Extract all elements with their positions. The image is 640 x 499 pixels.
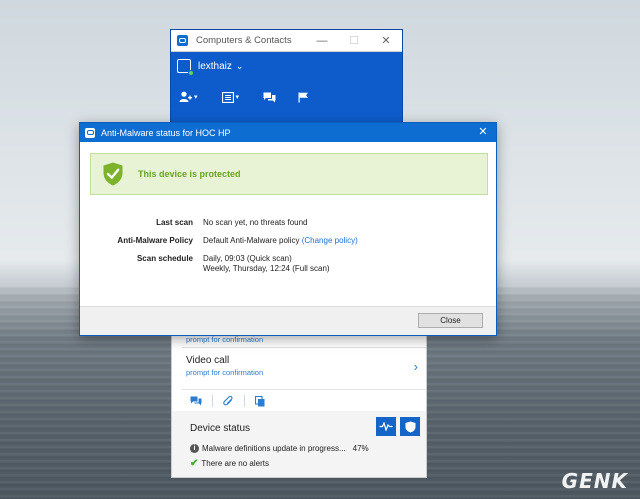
cc-session-panel: prompt for confirmation Video call promp…	[171, 330, 427, 478]
chevron-down-icon: ⌄	[235, 60, 244, 71]
am-dialog-footer: Close	[80, 306, 496, 335]
add-contact-button[interactable]: ▾	[179, 91, 198, 103]
username: lexthaiz	[198, 60, 232, 72]
session-actions	[190, 395, 265, 407]
video-call-subtitle: prompt for confirmation	[186, 368, 264, 377]
anti-malware-dialog: Anti-Malware status for HOC HP ✕ This de…	[79, 122, 497, 336]
checkmark-icon: ✔	[190, 458, 199, 469]
video-call-item[interactable]: Video call prompt for confirmation	[186, 355, 263, 377]
divider	[182, 347, 426, 348]
divider	[244, 395, 245, 407]
copy-icon[interactable]	[255, 395, 265, 407]
policy-label: Anti-Malware Policy	[117, 236, 193, 245]
protection-status-banner: This device is protected	[90, 153, 488, 195]
monitoring-button[interactable]	[376, 417, 396, 436]
info-icon: i	[190, 444, 199, 453]
policy-name: Default Anti-Malware policy	[203, 236, 300, 245]
close-icon[interactable]: ✕	[470, 123, 496, 142]
teamviewer-logo-icon	[177, 35, 188, 46]
genk-watermark: GENK	[561, 469, 628, 493]
prompt-confirmation-text: prompt for confirmation	[186, 335, 264, 344]
divider	[212, 395, 213, 407]
online-status-icon	[188, 70, 194, 76]
scan-schedule-value: Daily, 09:03 (Quick scan) Weekly, Thursd…	[203, 254, 330, 274]
malware-update-progress: 47%	[352, 444, 369, 453]
close-button[interactable]: ✕	[370, 30, 402, 52]
cc-window-title: Computers & Contacts	[196, 35, 292, 46]
user-account[interactable]: lexthaiz ⌄	[171, 52, 402, 76]
device-status-title: Device status	[190, 423, 251, 434]
maximize-button[interactable]: ☐	[338, 30, 370, 52]
scan-schedule-label: Scan schedule	[136, 254, 193, 263]
alerts-status: ✔ There are no alerts	[190, 458, 269, 469]
cc-window-controls: — ☐ ✕	[306, 30, 402, 52]
device-status-section: Device status i Malware definitions upda…	[172, 411, 426, 477]
flag-icon	[298, 92, 309, 102]
scan-schedule-row: Scan schedule Daily, 09:03 (Quick scan) …	[80, 254, 330, 274]
chevron-down-icon: ▾	[235, 94, 240, 101]
chat-icon[interactable]	[190, 396, 202, 406]
malware-update-text: Malware definitions update in progress..…	[202, 444, 346, 453]
teamviewer-logo-icon	[85, 127, 95, 138]
am-dialog-title: Anti-Malware status for HOC HP	[101, 127, 231, 138]
no-alerts-text: There are no alerts	[201, 459, 269, 468]
am-titlebar[interactable]: Anti-Malware status for HOC HP ✕	[80, 123, 496, 142]
divider	[182, 389, 426, 390]
malware-update-status: i Malware definitions update in progress…	[190, 444, 369, 453]
anti-malware-button[interactable]	[400, 417, 420, 436]
video-call-title: Video call	[186, 355, 230, 366]
chat-button[interactable]	[263, 91, 276, 103]
flag-button[interactable]	[298, 91, 309, 103]
close-button[interactable]: Close	[418, 313, 483, 328]
attachment-icon[interactable]	[223, 395, 234, 407]
chevron-right-icon[interactable]: ›	[414, 359, 418, 374]
schedule-full: Weekly, Thursday, 12:24 (Full scan)	[203, 264, 330, 273]
chevron-down-icon: ▾	[194, 94, 198, 101]
protection-status-text: This device is protected	[138, 169, 241, 179]
add-contact-icon	[179, 91, 192, 102]
minimize-button[interactable]: —	[306, 30, 338, 52]
list-icon	[221, 91, 234, 103]
shield-check-icon	[103, 162, 123, 186]
schedule-quick: Daily, 09:03 (Quick scan)	[203, 254, 292, 263]
computers-contacts-window: Computers & Contacts — ☐ ✕ lexthaiz ⌄ ▾ …	[170, 29, 403, 124]
avatar	[177, 59, 194, 76]
shield-icon	[405, 421, 415, 432]
last-scan-label: Last scan	[156, 218, 193, 227]
last-scan-value: No scan yet, no threats found	[203, 218, 308, 227]
list-button[interactable]: ▾	[221, 91, 240, 103]
change-policy-link[interactable]: (Change policy)	[302, 236, 358, 245]
policy-value: Default Anti-Malware policy (Change poli…	[203, 236, 358, 246]
pulse-icon	[379, 422, 393, 431]
last-scan-row: Last scan No scan yet, no threats found	[80, 218, 308, 228]
policy-row: Anti-Malware Policy Default Anti-Malware…	[80, 236, 358, 246]
cc-titlebar[interactable]: Computers & Contacts — ☐ ✕	[171, 30, 402, 52]
cc-toolbar: ▾ ▾	[171, 73, 402, 103]
chat-icon	[263, 92, 276, 102]
